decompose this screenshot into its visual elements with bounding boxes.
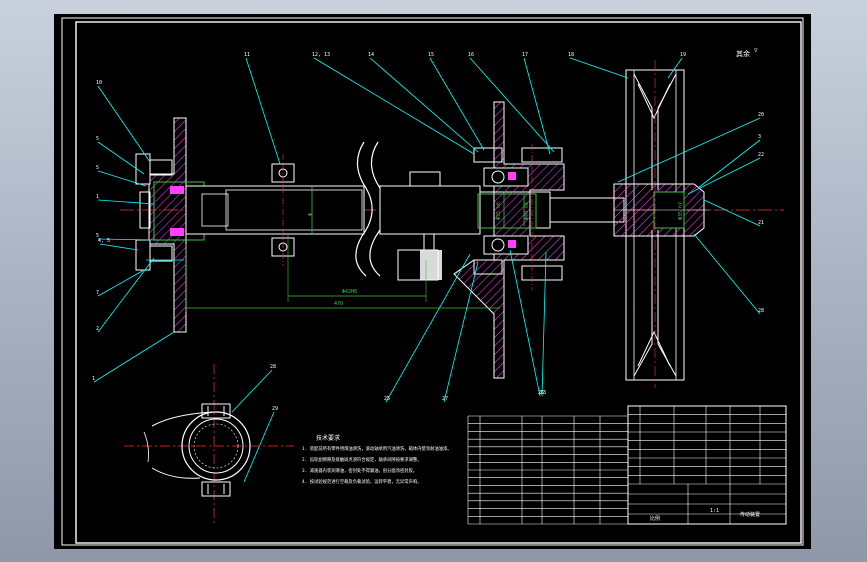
balloon-number: 20 [758, 112, 764, 118]
dim-overall-length: 470 [334, 301, 343, 307]
balloon-number: 25 [384, 396, 390, 402]
balloon-number: 1 [92, 376, 95, 382]
leader-line [97, 85, 151, 163]
cad-viewport[interactable]: 其余 ▽ Φ42H8 470 Φ Φ35 h6 Φ40 k6 Φ35 h7 10… [54, 14, 811, 549]
balloon-number: 3 [758, 134, 761, 140]
balloon-number: 17 [522, 52, 528, 58]
drawing-canvas: 其余 ▽ Φ42H8 470 Φ Φ35 h6 Φ40 k6 Φ35 h7 10… [61, 17, 804, 546]
balloon-number: 10 [96, 80, 102, 86]
leader-line [541, 251, 547, 397]
leader-line [369, 57, 479, 153]
title-block: 比例 1:1 传动装置 [627, 405, 787, 525]
leader-line [97, 199, 155, 205]
leader-line [569, 57, 629, 79]
leader-line [617, 117, 761, 183]
leader-line [97, 257, 155, 333]
roughness-symbol: ▽ [754, 47, 758, 54]
leader-line [703, 199, 761, 227]
balloon-number: 19 [680, 52, 686, 58]
balloon-number: 5 [96, 165, 99, 171]
leader-line [243, 411, 275, 483]
balloon-number: 27 [442, 396, 448, 402]
outer-frame [61, 17, 804, 546]
dim-shaft-mid: Φ35 h6 [496, 202, 502, 220]
leader-line [693, 233, 761, 315]
leader-line [509, 249, 541, 397]
leader-line [687, 157, 761, 195]
balloon-number: 28 [758, 308, 764, 314]
tech-req-line-1: 1. 装配前所有零件用煤油清洗，滚动轴承用汽油清洗，箱体内壁涂耐油油漆。 [302, 445, 452, 452]
leader-line [313, 57, 475, 155]
drawing-name: 传动装置 [740, 511, 760, 518]
balloon-number: 23 [540, 390, 546, 396]
balloon-number: 12, 13 [312, 52, 330, 58]
v-belt-pulley [613, 60, 709, 388]
leader-line [429, 57, 485, 151]
leader-line [697, 139, 761, 189]
parts-list-table [467, 405, 787, 525]
leader-line [245, 57, 281, 165]
leader-line [523, 57, 551, 155]
balloon-number: 4, 5 [98, 238, 110, 244]
tech-req-line-2: 2. 齿轮副侧隙及接触斑点须符合规定，轴承间隙按要求调整。 [302, 456, 421, 463]
leader-line [97, 269, 145, 297]
balloon-number: 29 [272, 406, 278, 412]
roughness-note: 其余 [736, 49, 750, 58]
balloon-number: 15 [428, 52, 434, 58]
tech-req-heading: 技术要求 [316, 434, 340, 442]
balloon-number: 11 [244, 52, 250, 58]
leader-line [99, 243, 139, 251]
balloon-number: 16 [468, 52, 474, 58]
leader-line [443, 261, 479, 403]
balloon-number: 14 [368, 52, 374, 58]
balloon-number: 22 [758, 152, 764, 158]
balloon-number: 18 [568, 52, 574, 58]
leader-line [231, 369, 273, 413]
tech-req-line-3: 3. 减速器内装润滑油，密封处不得漏油，剖分面涂密封胶。 [302, 467, 417, 474]
scale-label: 比例 [650, 515, 660, 522]
dim-fit-bore: Φ42H8 [342, 289, 357, 295]
leader-line [93, 331, 175, 383]
tech-req-line-4: 4. 按试验规范进行空载及负载试验，运转平稳，无异常声响。 [302, 478, 421, 485]
balloon-number: 7 [96, 290, 99, 296]
balloon-number: 2 [96, 326, 99, 332]
dim-shaft-left: Φ [308, 213, 314, 216]
technical-requirements: 技术要求 1. 装配前所有零件用煤油清洗，滚动轴承用汽油清洗，箱体内壁涂耐油油漆… [302, 434, 452, 485]
scale-value: 1:1 [710, 508, 719, 514]
balloon-number: 21 [758, 220, 764, 226]
balloon-number: 1 [96, 194, 99, 200]
dim-shaft-bearing: Φ40 k6 [524, 202, 530, 220]
main-assembly-view: Φ42H8 470 Φ Φ35 h6 Φ40 k6 Φ35 h7 [120, 60, 784, 388]
dim-shaft-pulley: Φ35 h7 [678, 202, 684, 220]
balloon-number: 28 [270, 364, 276, 370]
balloon-number: 5 [96, 136, 99, 142]
clamp-detail-view [124, 364, 294, 526]
leader-line [469, 57, 555, 153]
